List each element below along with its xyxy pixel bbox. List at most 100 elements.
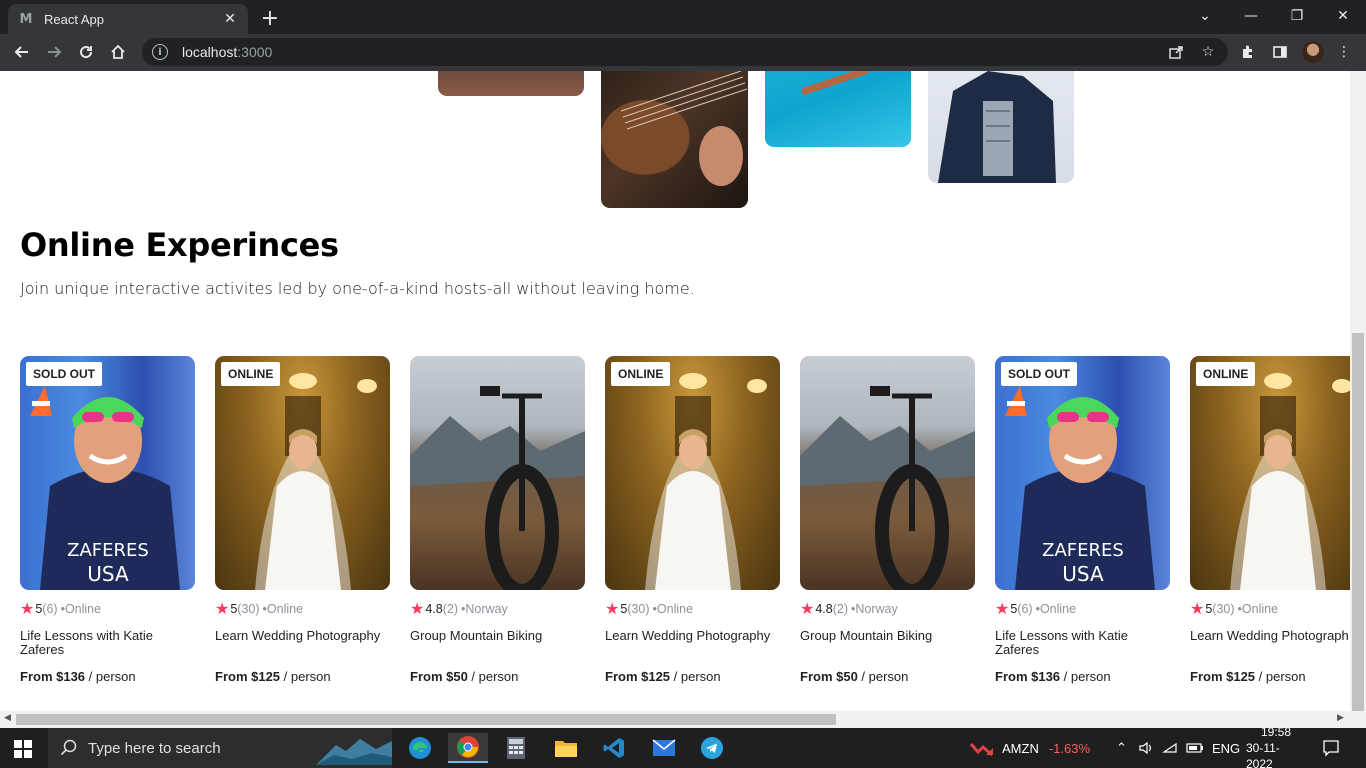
reload-icon — [80, 46, 93, 59]
experience-card-image[interactable]: ZAFERES USA SOLD OUT — [20, 356, 195, 590]
scroll-left-arrow-icon[interactable]: ◀ — [4, 713, 11, 723]
site-info-icon[interactable]: i — [152, 44, 168, 60]
close-window-button[interactable]: ✕ — [1320, 0, 1366, 32]
profile-avatar[interactable] — [1302, 41, 1324, 63]
experience-card[interactable]: ONLINE ★ 5 (30) •Online Learn Wedding Photogr… — [605, 356, 780, 684]
experience-card-title: Group Mountain Biking — [800, 628, 933, 643]
calculator-app-icon[interactable] — [496, 733, 536, 763]
experience-card-stats: ★ 5 (6) •Online — [20, 599, 195, 619]
experience-card[interactable]: ONLINE ★ 5 (30) •Online Learn Wedding Photogr… — [215, 356, 390, 684]
experience-card-location: •Online — [262, 602, 304, 616]
experience-card-badge: ONLINE — [611, 362, 671, 386]
experience-card-stats: ★ 5 (30) •Online — [605, 599, 780, 619]
bookmark-star-icon[interactable]: ☆ — [1198, 42, 1218, 62]
experience-card-image[interactable]: ONLINE — [605, 356, 780, 590]
experience-card-location: •Norway — [851, 602, 898, 616]
experience-card-image[interactable]: ONLINE — [1190, 356, 1350, 590]
experience-card-price: From $50 / person — [800, 669, 975, 684]
vscode-app-icon[interactable] — [594, 733, 634, 763]
forward-arrow-icon — [48, 46, 62, 58]
forward-button[interactable] — [40, 38, 68, 66]
experience-card-stats: ★ 5 (30) •Online — [1190, 599, 1350, 619]
experience-card-rating: 4.8 — [425, 602, 443, 616]
star-icon: ★ — [215, 601, 230, 618]
scroll-right-arrow-icon[interactable]: ▶ — [1337, 713, 1344, 723]
experience-card-price-unit: / person — [280, 669, 331, 684]
back-arrow-icon — [14, 46, 28, 58]
home-button[interactable] — [104, 38, 132, 66]
experience-card-price-unit: / person — [1060, 669, 1111, 684]
new-tab-button[interactable]: + — [258, 6, 282, 31]
taskbar-search[interactable]: Type here to search — [48, 728, 392, 768]
experience-card[interactable]: ★ 4.8 (2) •Norway Group Mountain Biking From … — [800, 356, 975, 684]
mail-app-icon[interactable] — [644, 733, 684, 763]
vertical-scrollbar-thumb[interactable] — [1352, 333, 1364, 711]
experience-card-price-amount: From $136 — [995, 669, 1061, 684]
tab-close-icon[interactable]: ✕ — [222, 11, 238, 27]
experience-card-review-count: (30) — [1212, 602, 1235, 616]
experience-card-price: From $125 / person — [1190, 669, 1350, 684]
battery-icon[interactable] — [1186, 728, 1204, 768]
minimize-button[interactable]: — — [1228, 0, 1274, 32]
experience-card-review-count: (30) — [237, 602, 260, 616]
browser-tab[interactable]: M React App ✕ — [8, 4, 248, 34]
language-indicator[interactable]: ENG — [1212, 728, 1240, 768]
back-button[interactable] — [8, 38, 36, 66]
experience-card[interactable]: ★ 4.8 (2) •Norway Group Mountain Biking From … — [410, 356, 585, 684]
edge-app-icon[interactable] — [400, 733, 440, 763]
experience-card-image[interactable] — [800, 356, 975, 590]
restore-button[interactable]: ❐ — [1274, 0, 1320, 32]
side-panel-icon[interactable] — [1270, 42, 1290, 62]
experience-card-rating: 4.8 — [815, 602, 833, 616]
experience-card-rating: 5 — [1205, 602, 1213, 616]
telegram-app-icon[interactable] — [692, 733, 732, 763]
clock[interactable]: 19:58 30-11-2022 — [1246, 725, 1306, 768]
experience-card-rating: 5 — [620, 602, 628, 616]
horizontal-scrollbar-thumb[interactable] — [16, 714, 836, 725]
address-bar[interactable]: i localhost :3000 — [142, 38, 1228, 66]
hero-photo-building — [438, 71, 584, 96]
experience-card-badge: ONLINE — [221, 362, 281, 386]
star-icon: ★ — [800, 601, 815, 618]
stock-widget[interactable]: AMZN -1.63% — [970, 728, 1090, 768]
experience-card-stats: ★ 5 (6) •Online — [995, 599, 1170, 619]
experience-card-stats: ★ 5 (30) •Online — [215, 599, 390, 619]
experience-card-title: Life Lessons with Katie Zaferes — [20, 628, 153, 657]
extensions-icon[interactable] — [1238, 42, 1258, 62]
notifications-icon[interactable] — [1322, 728, 1340, 768]
experience-card-price-unit: / person — [670, 669, 721, 684]
experience-card[interactable]: ZAFERES USA SOLD OUT ★ 5 (6) •Online Life Lesso… — [995, 356, 1170, 684]
show-hidden-icons-chevron-icon[interactable]: ⌃ — [1116, 728, 1127, 768]
experience-card-location: •Online — [1035, 602, 1077, 616]
start-windows-icon[interactable] — [14, 740, 32, 758]
clock-date: 30-11-2022 — [1246, 741, 1280, 768]
experience-card-stats: ★ 4.8 (2) •Norway — [800, 599, 975, 619]
url-port: :3000 — [237, 44, 273, 60]
experience-card[interactable]: ZAFERES USA SOLD OUT ★ 5 (6) •Online Life Lesso… — [20, 356, 195, 684]
experience-card-location: •Online — [60, 602, 102, 616]
stock-ticker: AMZN — [1002, 740, 1039, 756]
share-icon[interactable] — [1166, 42, 1186, 62]
experience-card-image[interactable]: ONLINE — [215, 356, 390, 590]
network-wifi-icon[interactable] — [1162, 728, 1178, 768]
reload-button[interactable] — [72, 38, 100, 66]
file-explorer-app-icon[interactable] — [546, 733, 586, 763]
vertical-scrollbar[interactable] — [1350, 71, 1366, 711]
volume-icon[interactable] — [1138, 728, 1154, 768]
windows-taskbar: Type here to search AMZN -1.63% ⌃ ENG 19… — [0, 725, 1366, 768]
experience-card-badge: ONLINE — [1196, 362, 1256, 386]
search-highlight-mountain-icon — [316, 739, 392, 765]
tab-search-button[interactable]: ⌄ — [1182, 0, 1228, 32]
experience-card-image[interactable] — [410, 356, 585, 590]
chrome-app-icon[interactable] — [448, 733, 488, 763]
experience-card-review-count: (2) — [832, 602, 849, 616]
stock-change: -1.63% — [1048, 740, 1091, 756]
horizontal-scrollbar[interactable]: ◀ ▶ — [0, 711, 1366, 728]
svg-text:ZAFERES: ZAFERES — [67, 540, 149, 561]
star-icon: ★ — [20, 601, 35, 618]
experience-card-location: •Norway — [461, 602, 508, 616]
menu-kebab-icon[interactable]: ⋮ — [1334, 42, 1354, 62]
experience-card[interactable]: ONLINE ★ 5 (30) •Online Learn Wedding Photogr… — [1190, 356, 1350, 684]
experience-card-image[interactable]: ZAFERES USA SOLD OUT — [995, 356, 1170, 590]
experience-card-price: From $136 / person — [20, 669, 195, 684]
